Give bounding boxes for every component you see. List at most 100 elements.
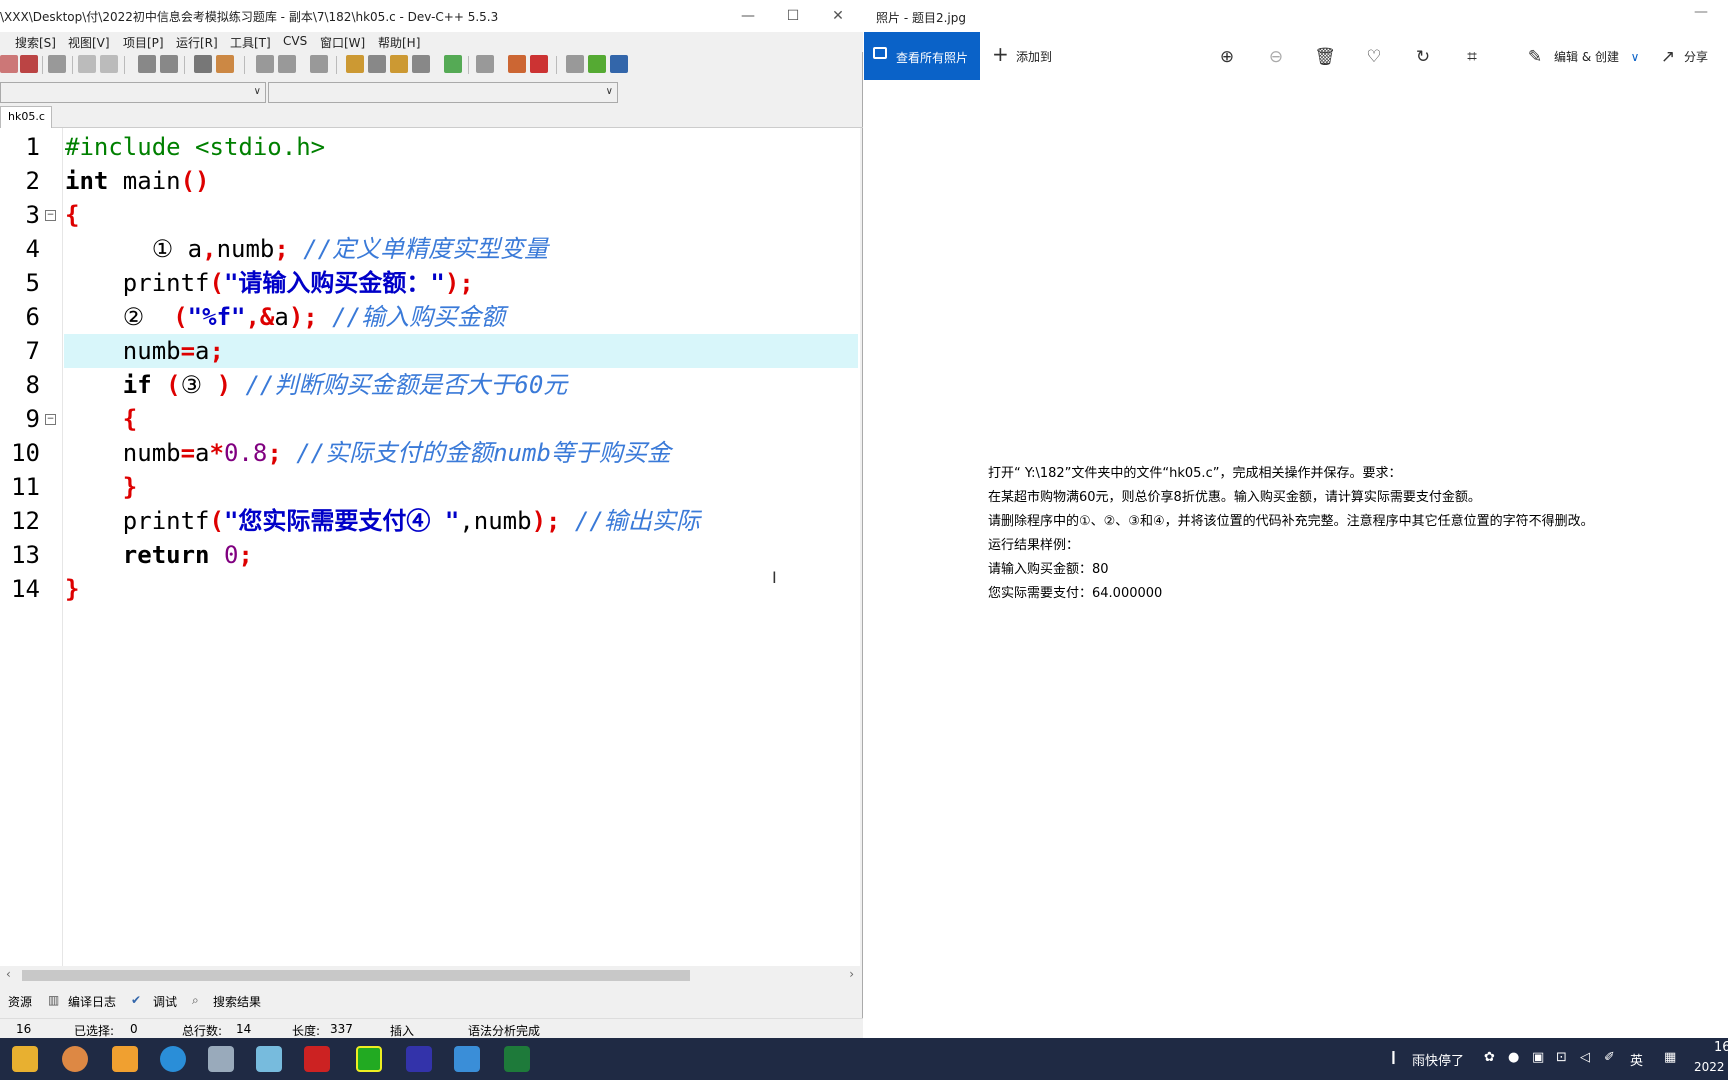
- punctuation: }: [65, 473, 138, 501]
- notepad-icon[interactable]: [256, 1046, 282, 1072]
- close-icon[interactable]: ✕: [818, 4, 858, 28]
- check-icon[interactable]: [444, 55, 462, 73]
- ime-indicator[interactable]: 英: [1630, 1050, 1643, 1069]
- identifier: printf: [65, 507, 210, 535]
- close-file-icon[interactable]: [20, 55, 38, 73]
- scroll-right-icon[interactable]: ›: [849, 967, 854, 981]
- tab-debug[interactable]: 调试: [153, 993, 177, 1010]
- code-line-13[interactable]: return 0;: [65, 538, 860, 572]
- menu-tools[interactable]: 工具[T]: [230, 34, 271, 51]
- menu-help[interactable]: 帮助[H]: [378, 34, 420, 51]
- pycharm-icon[interactable]: [356, 1046, 382, 1072]
- code-line-11[interactable]: }: [65, 470, 860, 504]
- volume-icon[interactable]: ◁: [1580, 1050, 1590, 1065]
- window-icon[interactable]: [368, 55, 386, 73]
- maximize-icon[interactable]: ☐: [773, 4, 813, 28]
- app-icon[interactable]: [208, 1046, 234, 1072]
- code-line-7[interactable]: numb=a;: [65, 334, 860, 368]
- forward-icon[interactable]: [278, 55, 296, 73]
- mic-icon[interactable]: ●: [1508, 1050, 1519, 1065]
- code-editor[interactable]: 1 2 3 4 5 6 7 8 9 10 11 12 13 14 − − #in…: [0, 128, 860, 968]
- scrollbar-thumb[interactable]: [22, 970, 690, 981]
- menu-run[interactable]: 运行[R]: [176, 34, 218, 51]
- pen-icon[interactable]: ✐: [1604, 1050, 1615, 1065]
- devcpp-icon[interactable]: [406, 1046, 432, 1072]
- tab-hk05[interactable]: hk05.c: [0, 106, 52, 128]
- horizontal-scrollbar[interactable]: ‹ ›: [0, 966, 860, 984]
- photos-icon[interactable]: [454, 1046, 480, 1072]
- delete-icon[interactable]: [476, 55, 494, 73]
- run-icon[interactable]: [588, 55, 606, 73]
- fold-toggle-icon[interactable]: −: [45, 414, 56, 425]
- scroll-left-icon[interactable]: ‹: [6, 967, 11, 981]
- ime-grid-icon[interactable]: ▦: [1664, 1050, 1676, 1065]
- find-icon[interactable]: [138, 55, 156, 73]
- pdf-icon[interactable]: [304, 1046, 330, 1072]
- back-icon[interactable]: [256, 55, 274, 73]
- code-line-9[interactable]: {: [65, 402, 860, 436]
- print-icon[interactable]: [48, 55, 66, 73]
- member-combo[interactable]: ∨: [268, 82, 618, 103]
- minimize-icon[interactable]: —: [1694, 4, 1708, 20]
- favorite-icon[interactable]: ♡: [1363, 46, 1385, 68]
- crop-icon[interactable]: ⌗: [1461, 46, 1483, 68]
- chart-icon[interactable]: [508, 55, 526, 73]
- code-line-8[interactable]: if (③ ) //判断购买金额是否大于60元: [65, 368, 860, 402]
- identifier: printf: [65, 269, 210, 297]
- minimize-icon[interactable]: —: [728, 4, 768, 28]
- redo-icon[interactable]: [100, 55, 118, 73]
- new-project-icon[interactable]: [346, 55, 364, 73]
- tab-compile-log[interactable]: 编译日志: [68, 993, 116, 1010]
- share-button[interactable]: 分享: [1684, 48, 1708, 65]
- edge-icon[interactable]: [160, 1046, 186, 1072]
- code-line-14[interactable]: }: [65, 572, 860, 606]
- menu-search[interactable]: 搜索[S]: [15, 34, 56, 51]
- replace-icon[interactable]: [160, 55, 178, 73]
- zoom-out-icon[interactable]: ⊖: [1265, 46, 1287, 68]
- chrome-icon[interactable]: [62, 1046, 88, 1072]
- code-line-5[interactable]: printf("请输入购买金额：");: [65, 266, 860, 300]
- rotate-icon[interactable]: ↻: [1412, 46, 1434, 68]
- open-icon[interactable]: [0, 55, 18, 73]
- tab-search-results[interactable]: 搜索结果: [213, 993, 261, 1010]
- excel-icon[interactable]: [504, 1046, 530, 1072]
- indent-icon[interactable]: [194, 55, 212, 73]
- tiles-icon[interactable]: [412, 55, 430, 73]
- add-to-button[interactable]: 添加到: [1016, 48, 1052, 65]
- class-combo[interactable]: ∨: [0, 82, 266, 103]
- code-line-2[interactable]: int main(): [65, 164, 860, 198]
- code-line-12[interactable]: printf("您实际需要支付④ ",numb); //输出实际: [65, 504, 860, 538]
- app-tray-icon[interactable]: ▣: [1532, 1050, 1544, 1065]
- code-line-10[interactable]: numb=a*0.8; //实际支付的金额numb等于购买金: [65, 436, 860, 470]
- bookmark-icon[interactable]: [310, 55, 328, 73]
- menu-view[interactable]: 视图[V]: [68, 34, 110, 51]
- code-line-3[interactable]: {: [65, 198, 860, 232]
- line-number: 1: [25, 133, 40, 161]
- code-line-4[interactable]: ① a,numb; //定义单精度实型变量: [65, 232, 860, 266]
- network-icon[interactable]: ⊡: [1556, 1050, 1567, 1065]
- app-icon[interactable]: [112, 1046, 138, 1072]
- menu-window[interactable]: 窗口[W]: [320, 34, 365, 51]
- code-line-1[interactable]: #include <stdio.h>: [65, 130, 860, 164]
- menu-project[interactable]: 项目[P]: [123, 34, 164, 51]
- help-icon[interactable]: [610, 55, 628, 73]
- unindent-icon[interactable]: [216, 55, 234, 73]
- file-explorer-icon[interactable]: [12, 1046, 38, 1072]
- view-all-photos-button[interactable]: 查看所有照片: [864, 32, 980, 80]
- tab-resources[interactable]: 资源: [8, 993, 32, 1010]
- flower-icon[interactable]: ✿: [1484, 1050, 1495, 1065]
- fold-toggle-icon[interactable]: −: [45, 210, 56, 221]
- clock-time[interactable]: 16: [1714, 1040, 1728, 1055]
- zoom-in-icon[interactable]: ⊕: [1216, 46, 1238, 68]
- weather-text[interactable]: 雨快停了: [1412, 1050, 1464, 1069]
- code-line-6[interactable]: ② ("%f",&a); //输入购买金额: [65, 300, 860, 334]
- menu-cvs[interactable]: CVS: [283, 34, 307, 48]
- grid-icon[interactable]: [390, 55, 408, 73]
- delete-icon[interactable]: 🗑: [1314, 46, 1336, 68]
- chevron-down-icon[interactable]: ∨: [1624, 46, 1646, 68]
- profile-icon[interactable]: [530, 55, 548, 73]
- goto-icon[interactable]: [566, 55, 584, 73]
- edit-create-button[interactable]: 编辑 & 创建: [1554, 48, 1619, 65]
- undo-icon[interactable]: [78, 55, 96, 73]
- clock-date[interactable]: 2022: [1694, 1060, 1725, 1074]
